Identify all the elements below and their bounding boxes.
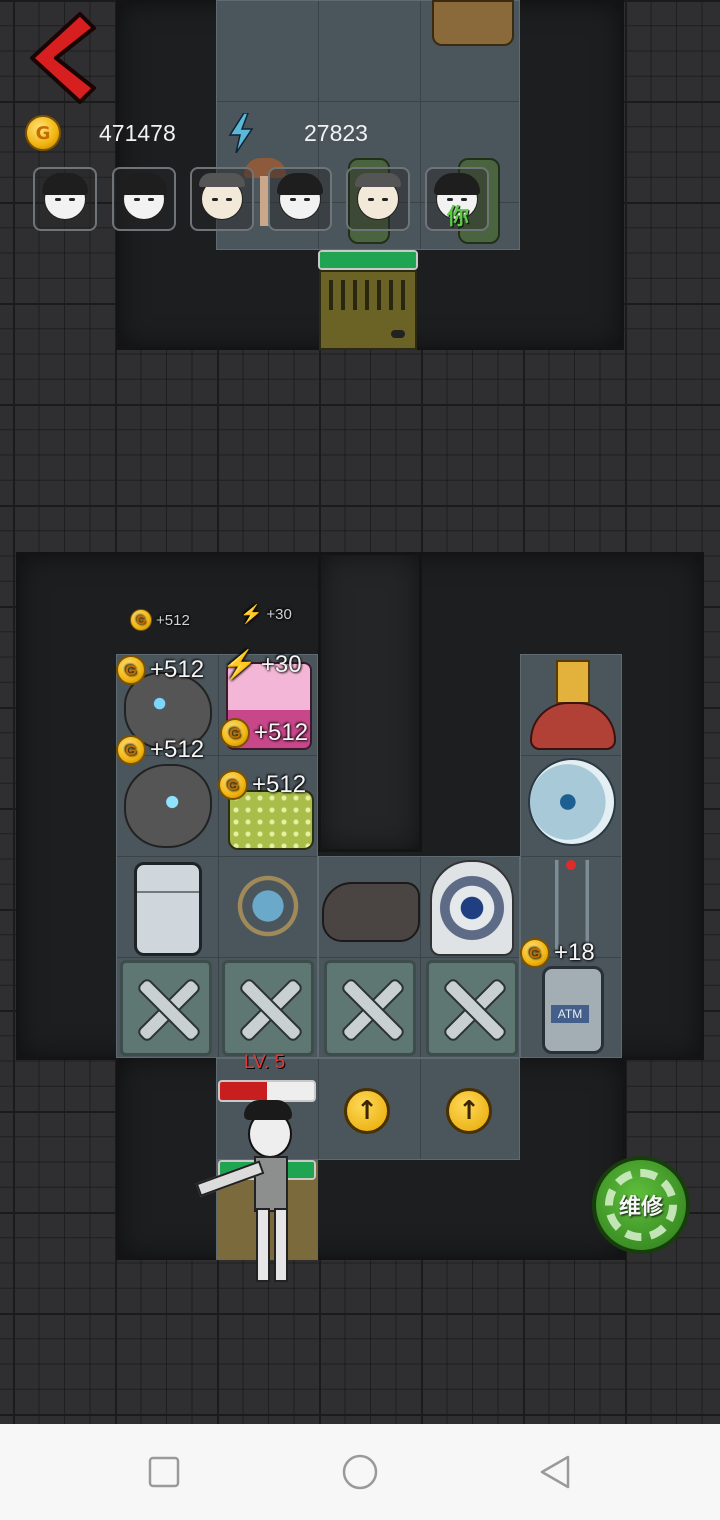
chevron-left-icon bbox=[30, 12, 96, 104]
lightning-icon: ⚡ bbox=[240, 604, 263, 624]
gold-popup-c: G +512 bbox=[116, 735, 204, 765]
circle-icon[interactable] bbox=[342, 1454, 378, 1490]
generator-object[interactable] bbox=[430, 860, 514, 956]
energy-counter: 27823 bbox=[226, 113, 368, 153]
player-avatar-4[interactable] bbox=[268, 167, 332, 231]
crystal-ore-2[interactable] bbox=[124, 764, 212, 848]
gold-popup-small: G +512 bbox=[130, 609, 190, 631]
arrow-up-icon: ↑ bbox=[458, 1096, 480, 1126]
avatar-face bbox=[121, 173, 167, 220]
pillow-object[interactable] bbox=[322, 882, 420, 942]
refrigerator[interactable] bbox=[134, 862, 202, 956]
gold-coin-icon: G bbox=[220, 718, 250, 748]
avatar-face bbox=[42, 173, 88, 220]
upgrade-button-1[interactable]: ↑ bbox=[344, 1088, 390, 1134]
player-health-bar bbox=[218, 1080, 316, 1102]
door-health-bar bbox=[318, 250, 418, 270]
gold-popup-d: G +512 bbox=[218, 770, 306, 800]
gold-popup-value: +512 bbox=[156, 611, 190, 629]
room-door[interactable] bbox=[319, 270, 417, 350]
energy-popup-value: +30 bbox=[266, 606, 292, 623]
energy-popup-value: +30 bbox=[260, 650, 302, 678]
broken-slot-2[interactable] bbox=[222, 960, 314, 1056]
repair-button[interactable]: 维修 bbox=[592, 1156, 690, 1254]
plasma-orb[interactable] bbox=[528, 758, 616, 846]
player-avatar-1[interactable] bbox=[33, 167, 97, 231]
repair-label: 维修 bbox=[618, 1195, 663, 1220]
broken-slot-4[interactable] bbox=[426, 960, 518, 1056]
avatar-face bbox=[355, 173, 401, 220]
broken-slot-3[interactable] bbox=[324, 960, 416, 1056]
hall-divider bbox=[318, 552, 422, 852]
broken-slot-1[interactable] bbox=[120, 960, 212, 1056]
energy-popup-small: ⚡ +30 bbox=[240, 604, 292, 625]
jar-object bbox=[432, 0, 514, 46]
thorn-orb[interactable] bbox=[222, 862, 314, 950]
player-avatar-3[interactable] bbox=[190, 167, 254, 231]
lightning-icon bbox=[228, 113, 254, 153]
shrine-altar[interactable] bbox=[526, 660, 616, 750]
gold-coin-icon: G bbox=[116, 655, 146, 685]
player-avatar-self[interactable]: 你 bbox=[425, 167, 489, 231]
back-button[interactable] bbox=[22, 10, 102, 105]
player-level: LV. 5 bbox=[244, 1052, 286, 1073]
player-health-fill bbox=[220, 1082, 267, 1100]
gold-counter: G 471478 bbox=[25, 113, 176, 153]
player-character[interactable] bbox=[190, 1100, 350, 1290]
game-map: ATM ↑ ↑ LV. 5 G +512 ⚡ +30 G +512 ⚡ +30 bbox=[0, 0, 720, 1424]
avatar-face bbox=[199, 173, 245, 220]
speaker-tower[interactable] bbox=[530, 860, 614, 950]
player-avatar-5[interactable] bbox=[346, 167, 410, 231]
gold-coin-icon: G bbox=[116, 735, 146, 765]
player-avatar-2[interactable] bbox=[112, 167, 176, 231]
gold-popup-value: +512 bbox=[252, 771, 307, 798]
lightning-icon: ⚡ bbox=[222, 649, 257, 680]
gold-popup-value: +18 bbox=[554, 939, 595, 966]
gold-popup-value: +512 bbox=[254, 719, 309, 746]
triangle-back-icon[interactable] bbox=[538, 1454, 574, 1490]
square-icon[interactable] bbox=[146, 1454, 182, 1490]
system-nav-bar bbox=[0, 1424, 720, 1520]
energy-popup-a: ⚡ +30 bbox=[222, 648, 302, 681]
gold-popup-value: +512 bbox=[150, 736, 205, 763]
gold-popup-atm: G +18 bbox=[520, 938, 595, 968]
gold-popup-a: G +512 bbox=[116, 655, 204, 685]
arrow-up-icon: ↑ bbox=[356, 1096, 378, 1126]
gold-coin-icon: G bbox=[130, 609, 152, 631]
gold-coin-icon: G bbox=[25, 115, 61, 151]
gold-popup-value: +512 bbox=[150, 656, 205, 683]
avatar-self-label: 你 bbox=[447, 205, 470, 230]
gold-value: 471478 bbox=[99, 119, 176, 146]
avatar-face bbox=[277, 173, 323, 220]
gold-popup-b: G +512 bbox=[220, 718, 308, 748]
gold-coin-icon: G bbox=[218, 770, 248, 800]
atm-machine[interactable]: ATM bbox=[542, 966, 604, 1054]
upgrade-button-2[interactable]: ↑ bbox=[446, 1088, 492, 1134]
energy-value: 27823 bbox=[304, 119, 368, 146]
door-health-fill bbox=[320, 252, 416, 268]
gold-coin-icon: G bbox=[520, 938, 550, 968]
